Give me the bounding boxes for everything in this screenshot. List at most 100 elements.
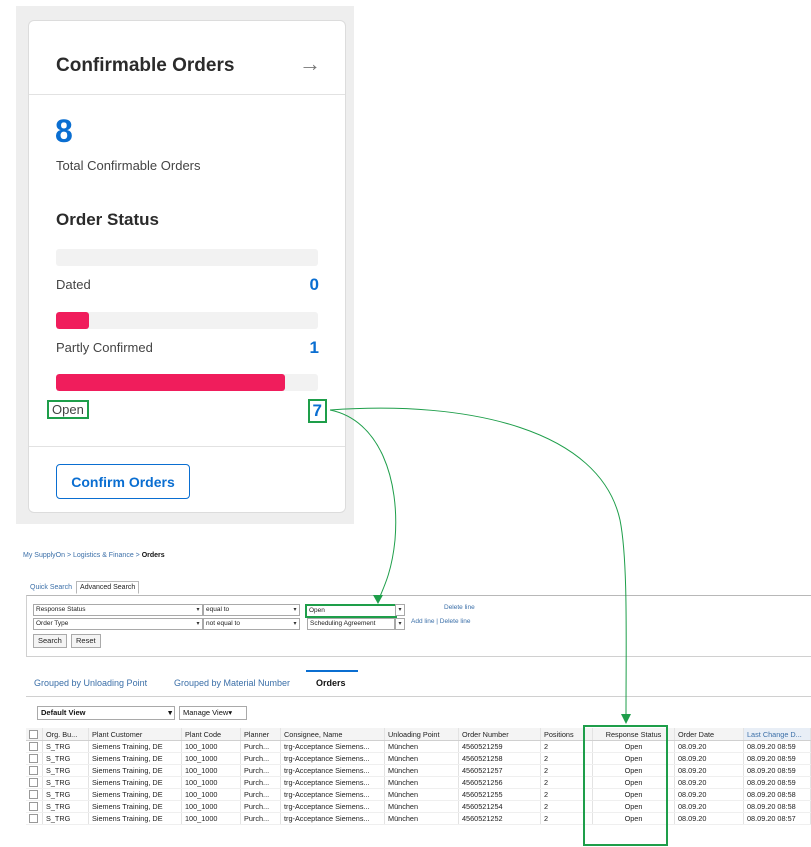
table-cell: 4560521252: [458, 812, 541, 825]
row-checkbox[interactable]: [26, 788, 43, 801]
table-cell: S_TRG: [42, 800, 89, 813]
table-cell: S_TRG: [42, 776, 89, 789]
delete-line-link[interactable]: Delete line: [444, 604, 475, 611]
confirmable-orders-card: Confirmable Orders → 8 Total Confirmable…: [28, 20, 346, 513]
table-cell: trg-Acceptance Siemens...: [280, 776, 385, 789]
table-cell: München: [384, 740, 459, 753]
column-header[interactable]: Planner: [240, 728, 281, 741]
criteria-operator-value: not equal to: [206, 620, 240, 627]
table-cell: Siemens Training, DE: [88, 752, 182, 765]
table-cell: Siemens Training, DE: [88, 800, 182, 813]
status-bar-partly-confirmed: [56, 312, 318, 329]
table-cell: 4560521254: [458, 800, 541, 813]
table-row[interactable]: S_TRG Siemens Training, DE 100_1000 Purch..…: [26, 740, 811, 753]
column-header[interactable]: Unloading Point: [384, 728, 459, 741]
orders-table: Org. Bu... Plant Customer Plant Code Pla…: [26, 728, 811, 825]
criteria-value-dropdown[interactable]: ▾: [395, 604, 405, 616]
arrow-to-response-status: [329, 407, 627, 716]
checkbox-icon: [29, 766, 38, 776]
row-checkbox[interactable]: [26, 740, 43, 753]
view-select[interactable]: Default View ▾: [37, 706, 175, 720]
row-checkbox[interactable]: [26, 776, 43, 789]
table-cell: S_TRG: [42, 740, 89, 753]
table-row[interactable]: S_TRG Siemens Training, DE 100_1000 Purch..…: [26, 812, 811, 825]
add-delete-line-links[interactable]: Add line | Delete line: [411, 618, 471, 625]
criteria-value: Scheduling Agreement: [310, 620, 376, 627]
checkbox-icon: [29, 778, 38, 788]
chevron-down-icon: ▾: [196, 607, 200, 613]
card-title: Confirmable Orders: [56, 55, 235, 76]
divider: [29, 94, 345, 95]
search-button[interactable]: Search: [33, 634, 67, 648]
reset-button[interactable]: Reset: [71, 634, 101, 648]
tab-advanced-search[interactable]: Advanced Search: [76, 581, 140, 594]
table-cell: München: [384, 752, 459, 765]
column-header-sorted[interactable]: Last Change D...: [743, 728, 811, 741]
criteria-value-select[interactable]: Scheduling Agreement: [307, 618, 395, 630]
table-cell: S_TRG: [42, 752, 89, 765]
criteria-operator-select[interactable]: not equal to ▾: [203, 618, 300, 630]
column-header[interactable]: Plant Code: [181, 728, 241, 741]
checkbox-icon: [29, 754, 38, 764]
table-cell: S_TRG: [42, 764, 89, 777]
table-cell: trg-Acceptance Siemens...: [280, 764, 385, 777]
row-checkbox[interactable]: [26, 812, 43, 825]
criteria-value-dropdown[interactable]: ▾: [395, 618, 405, 630]
table-row[interactable]: S_TRG Siemens Training, DE 100_1000 Purch..…: [26, 788, 811, 801]
chevron-down-icon: ▾: [293, 621, 297, 627]
select-all-checkbox[interactable]: [26, 728, 43, 741]
status-label-partly-confirmed: Partly Confirmed: [56, 340, 153, 355]
table-cell: 08.09.20 08:58: [743, 800, 811, 813]
tab-grouped-unloading-point[interactable]: Grouped by Unloading Point: [34, 678, 147, 688]
table-row[interactable]: S_TRG Siemens Training, DE 100_1000 Purch..…: [26, 800, 811, 813]
confirm-orders-button[interactable]: Confirm Orders: [56, 464, 190, 499]
table-cell: trg-Acceptance Siemens...: [280, 752, 385, 765]
column-header[interactable]: Order Date: [674, 728, 744, 741]
checkbox-icon: [29, 742, 38, 752]
table-row[interactable]: S_TRG Siemens Training, DE 100_1000 Purch..…: [26, 764, 811, 777]
table-cell: 100_1000: [181, 764, 241, 777]
breadcrumb-current: Orders: [141, 552, 165, 559]
status-count-dated: 0: [309, 275, 319, 294]
row-checkbox[interactable]: [26, 800, 43, 813]
table-row[interactable]: S_TRG Siemens Training, DE 100_1000 Purch..…: [26, 776, 811, 789]
manage-view-button[interactable]: Manage View▾: [179, 706, 247, 720]
table-cell: Purch...: [240, 812, 281, 825]
table-cell: 100_1000: [181, 812, 241, 825]
total-label: Total Confirmable Orders: [56, 158, 201, 173]
table-cell: trg-Acceptance Siemens...: [280, 788, 385, 801]
table-cell: München: [384, 764, 459, 777]
checkbox-icon: [29, 814, 38, 824]
criteria-field-value: Response Status: [36, 606, 86, 613]
table-cell: 4560521257: [458, 764, 541, 777]
row-checkbox[interactable]: [26, 752, 43, 765]
criteria-value-select[interactable]: Open: [305, 604, 397, 618]
tab-orders[interactable]: Orders: [316, 678, 346, 688]
active-tab-indicator: [306, 670, 358, 672]
column-header[interactable]: Consignee, Name: [280, 728, 385, 741]
column-header[interactable]: Plant Customer: [88, 728, 182, 741]
breadcrumb-sep: >: [65, 552, 74, 559]
column-header[interactable]: Org. Bu...: [42, 728, 89, 741]
tab-grouped-material-number[interactable]: Grouped by Material Number: [174, 678, 290, 688]
table-row[interactable]: S_TRG Siemens Training, DE 100_1000 Purch..…: [26, 752, 811, 765]
tab-quick-search[interactable]: Quick Search: [26, 581, 76, 594]
table-cell: Siemens Training, DE: [88, 764, 182, 777]
criteria-field-select[interactable]: Order Type ▾: [33, 618, 203, 630]
table-cell: Siemens Training, DE: [88, 788, 182, 801]
breadcrumb-link-supplyon[interactable]: My SupplyOn: [23, 552, 65, 559]
table-cell: 08.09.20 08:59: [743, 740, 811, 753]
row-checkbox[interactable]: [26, 764, 43, 777]
criteria-field-select[interactable]: Response Status ▾: [33, 604, 203, 616]
table-cell: Siemens Training, DE: [88, 776, 182, 789]
status-bar-fill: [56, 312, 89, 329]
table-cell: 08.09.20: [674, 752, 744, 765]
checkbox-icon: [29, 802, 38, 812]
order-status-title: Order Status: [56, 210, 159, 229]
column-header[interactable]: Order Number: [458, 728, 541, 741]
table-cell: Purch...: [240, 776, 281, 789]
breadcrumb-link-logistics[interactable]: Logistics & Finance: [73, 552, 134, 559]
criteria-operator-select[interactable]: equal to ▾: [203, 604, 300, 616]
table-cell: 4560521255: [458, 788, 541, 801]
arrow-right-icon[interactable]: →: [299, 51, 321, 77]
